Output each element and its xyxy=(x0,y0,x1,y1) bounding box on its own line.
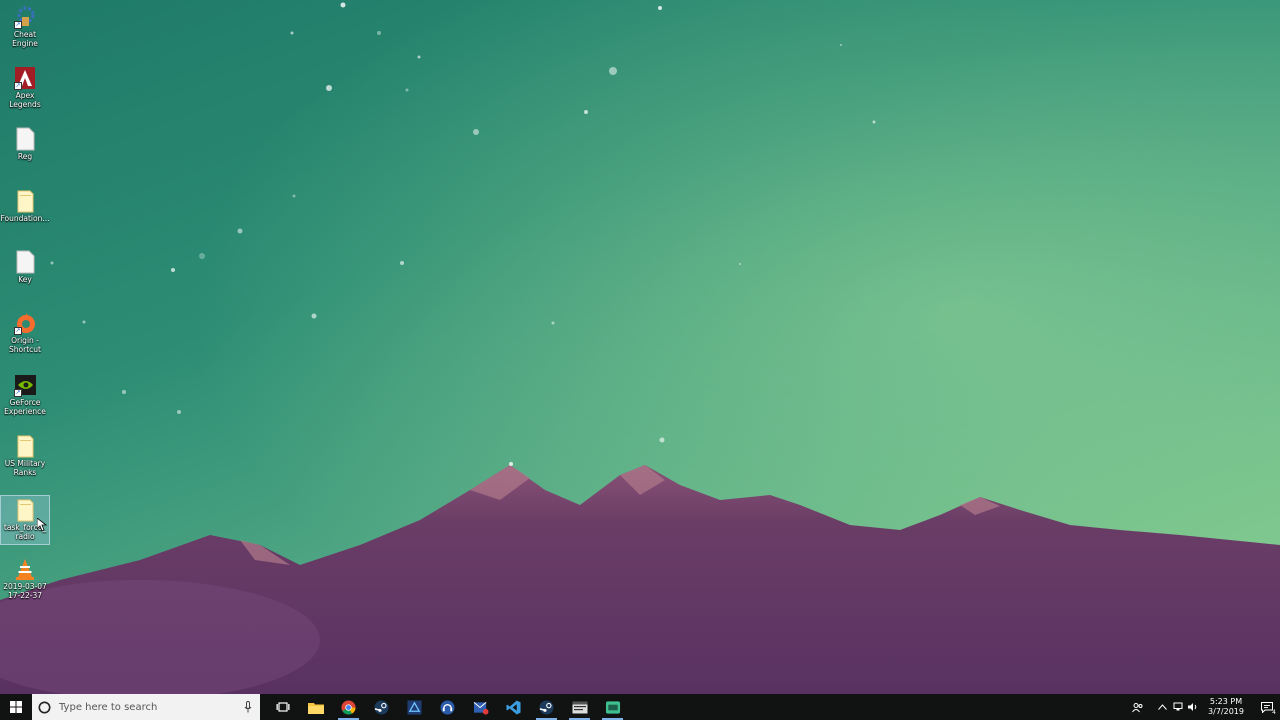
taskbar-app-file-explorer[interactable] xyxy=(299,694,332,720)
app-blue-icon xyxy=(407,699,422,715)
console-icon xyxy=(572,701,587,713)
desktop-icon-label: Reg xyxy=(17,152,33,161)
folder-icon xyxy=(307,702,324,714)
search-placeholder: Type here to search xyxy=(59,701,158,713)
desktop-icon-label: Apex Legends xyxy=(9,91,41,109)
teamspeak-icon xyxy=(440,699,455,715)
taskbar-app-steam[interactable] xyxy=(365,694,398,720)
mail-icon xyxy=(473,701,488,715)
folder-icon xyxy=(14,434,36,458)
mouse-cursor-icon xyxy=(37,518,47,532)
desktop-icon-video-2019-03-07[interactable]: 2019-03-07 17-22-37 xyxy=(0,555,50,605)
tray-volume-icon[interactable] xyxy=(1185,694,1200,720)
tray-network-icon[interactable] xyxy=(1170,694,1185,720)
action-center-button[interactable]: 4 xyxy=(1254,694,1280,720)
cheat-engine-icon: ↗ xyxy=(14,5,36,29)
desktop-icon-label: Foundation... xyxy=(0,214,50,223)
desktop-icon-label: GeForce Experience xyxy=(4,398,46,416)
tray-overflow-chevron-up-icon[interactable] xyxy=(1155,694,1170,720)
microphone-icon[interactable] xyxy=(244,701,252,713)
taskbar-search-box[interactable]: Type here to search xyxy=(32,694,260,720)
origin-icon: ↗ xyxy=(14,311,36,335)
taskbar-app-steam-2[interactable] xyxy=(530,694,563,720)
tray-people-icon[interactable] xyxy=(1130,694,1145,720)
desktop-icon-label: Cheat Engine xyxy=(12,30,38,48)
start-button[interactable] xyxy=(0,694,32,720)
desktop-icon-label: 2019-03-07 17-22-37 xyxy=(3,582,47,600)
task-view-button[interactable] xyxy=(266,694,299,720)
taskbar-clock[interactable]: 5:23 PM 3/7/2019 xyxy=(1204,697,1248,717)
taskbar-app-console[interactable] xyxy=(563,694,596,720)
desktop-icon-label: Key xyxy=(18,275,32,284)
document-icon xyxy=(14,127,36,151)
visual-studio-icon xyxy=(506,699,521,715)
taskbar-app-teamspeak[interactable] xyxy=(431,694,464,720)
clock-date: 3/7/2019 xyxy=(1208,707,1244,716)
folder-icon xyxy=(14,498,36,522)
desktop[interactable]: ↗ Cheat Engine ↗ Apex Legends Reg Founda… xyxy=(0,0,1280,694)
system-tray: 5:23 PM 3/7/2019 4 xyxy=(1130,694,1280,720)
wallpaper xyxy=(0,0,1280,694)
desktop-icon-origin[interactable]: ↗ Origin - Shortcut xyxy=(0,309,50,359)
clock-time: 5:23 PM xyxy=(1209,697,1243,706)
desktop-icon-cheat-engine[interactable]: ↗ Cheat Engine xyxy=(0,3,50,53)
desktop-icon-label: Origin - Shortcut xyxy=(9,336,41,354)
desktop-icon-label: US Military Ranks xyxy=(4,459,46,477)
apex-legends-icon: ↗ xyxy=(14,66,36,90)
document-icon xyxy=(14,250,36,274)
steam-icon xyxy=(539,699,554,715)
task-view-icon xyxy=(276,702,289,712)
desktop-icon-reg[interactable]: Reg xyxy=(0,125,50,175)
cortana-icon xyxy=(38,701,51,713)
taskbar-app-blue[interactable] xyxy=(398,694,431,720)
chrome-icon xyxy=(341,699,356,715)
taskbar-app-visual-studio[interactable] xyxy=(497,694,530,720)
vlc-icon xyxy=(14,557,36,581)
nvidia-icon: ↗ xyxy=(14,373,36,397)
taskbar-app-green[interactable] xyxy=(596,694,629,720)
desktop-icon-apex-legends[interactable]: ↗ Apex Legends xyxy=(0,64,50,114)
desktop-icon-us-military-ranks[interactable]: US Military Ranks xyxy=(0,432,50,482)
steam-icon xyxy=(374,699,389,715)
desktop-icon-key[interactable]: Key xyxy=(0,248,50,298)
notification-count: 4 xyxy=(1272,709,1276,716)
folder-icon xyxy=(14,189,36,213)
green-app-icon xyxy=(605,700,620,714)
desktop-icon-foundation[interactable]: Foundation... xyxy=(0,187,50,237)
taskbar-app-mail[interactable] xyxy=(464,694,497,720)
desktop-icon-geforce-experience[interactable]: ↗ GeForce Experience xyxy=(0,371,50,421)
taskbar-app-chrome[interactable] xyxy=(332,694,365,720)
windows-logo-icon xyxy=(10,701,22,713)
taskbar: Type here to search 5:23 PM 3/7/2019 4 xyxy=(0,694,1280,720)
